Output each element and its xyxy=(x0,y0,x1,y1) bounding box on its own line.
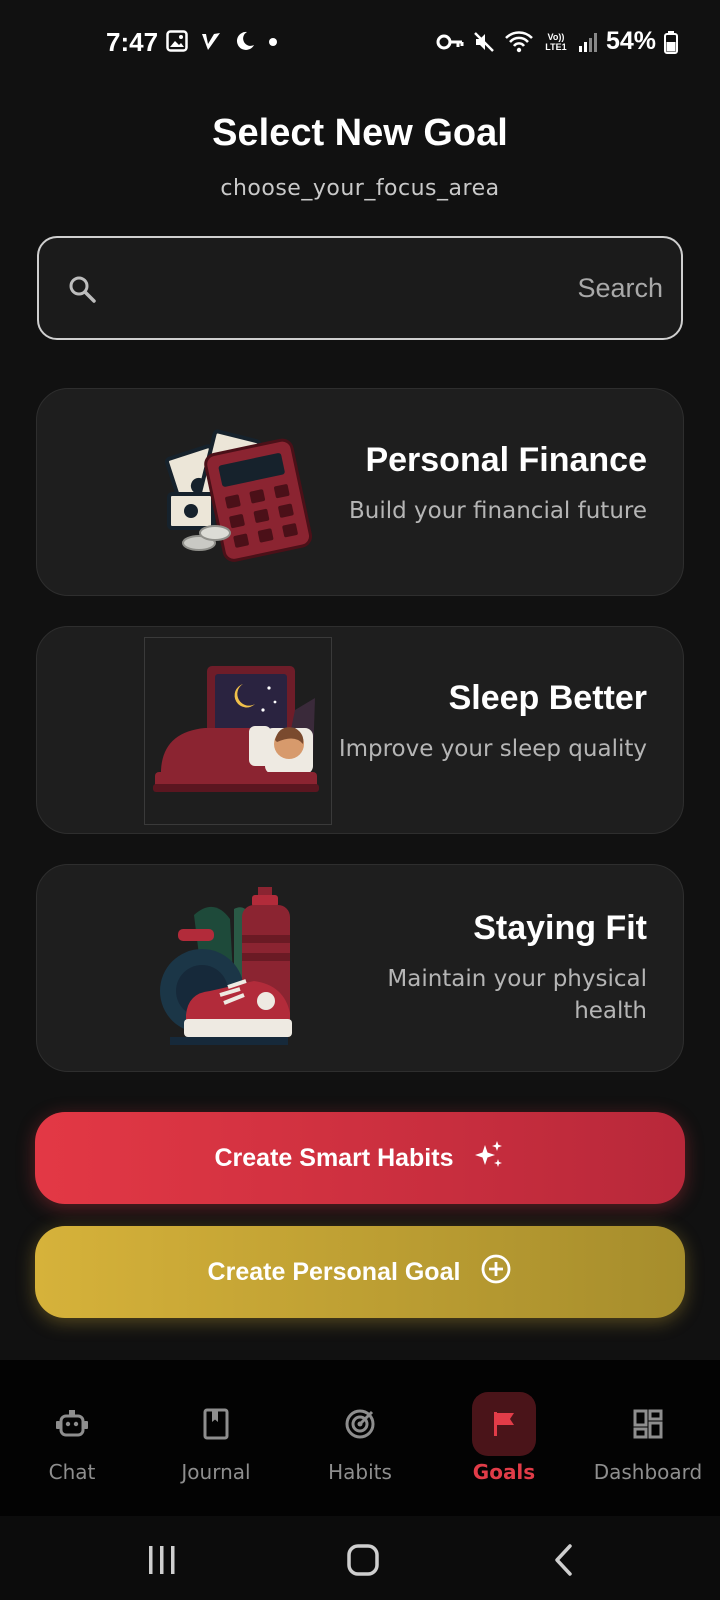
status-right-icons: Vo)) LTE1 54% xyxy=(436,27,678,56)
goal-title: Sleep Better xyxy=(448,679,647,717)
goal-card-personal-finance[interactable]: Personal Finance Build your financial fu… xyxy=(36,388,684,596)
goal-description: Maintain your physical health xyxy=(387,966,647,1024)
status-bar: 7:47 Vo)) LTE1 54% xyxy=(0,0,720,88)
create-personal-goal-button[interactable]: Create Personal Goal xyxy=(35,1226,685,1318)
nav-chat[interactable]: Chat xyxy=(0,1360,144,1516)
search-box[interactable] xyxy=(37,236,683,340)
goal-description: Build your financial future xyxy=(348,498,647,524)
nav-label: Chat xyxy=(48,1460,96,1484)
nav-label: Journal xyxy=(181,1460,251,1484)
battery-percent: 54% xyxy=(605,27,656,55)
home-button[interactable] xyxy=(333,1540,393,1580)
goal-card-sleep-better[interactable]: Sleep Better Improve your sleep quality xyxy=(36,626,684,834)
sleeping-person-illustration xyxy=(144,637,332,825)
key-icon xyxy=(436,31,464,53)
nav-label: Habits xyxy=(328,1460,392,1484)
goal-title: Staying Fit xyxy=(473,909,647,947)
nav-dashboard[interactable]: Dashboard xyxy=(576,1360,720,1516)
goal-title: Personal Finance xyxy=(365,441,647,479)
flag-icon xyxy=(472,1392,536,1456)
moon-icon xyxy=(234,30,256,52)
network-label: Vo)) LTE1 xyxy=(545,31,567,52)
calculator-money-illustration xyxy=(144,399,332,587)
notification-dot-icon xyxy=(268,30,278,52)
dashboard-icon xyxy=(616,1392,680,1456)
nav-habits[interactable]: Habits xyxy=(288,1360,432,1516)
check-icon xyxy=(200,30,222,52)
nav-label: Goals xyxy=(472,1460,536,1484)
robot-icon xyxy=(40,1392,104,1456)
goal-card-staying-fit[interactable]: Staying Fit Maintain your physical healt… xyxy=(36,864,684,1072)
plus-circle-icon xyxy=(480,1253,512,1292)
search-input[interactable] xyxy=(119,258,679,318)
back-button[interactable] xyxy=(534,1540,594,1580)
mute-icon xyxy=(472,30,496,54)
create-smart-habits-button[interactable]: Create Smart Habits xyxy=(35,1112,685,1204)
create-smart-habits-label: Create Smart Habits xyxy=(214,1143,454,1172)
goal-description: Improve your sleep quality xyxy=(338,736,647,762)
book-icon xyxy=(184,1392,248,1456)
fitness-gear-illustration xyxy=(144,875,332,1063)
page-subtitle: choose_your_focus_area xyxy=(220,176,500,201)
status-left-icons xyxy=(166,30,278,52)
create-personal-goal-label: Create Personal Goal xyxy=(207,1257,461,1286)
nav-goals[interactable]: Goals xyxy=(432,1360,576,1516)
status-time: 7:47 xyxy=(106,27,159,57)
bottom-nav: Chat Journal Habits Goals Dashboard xyxy=(0,1360,720,1516)
signal-icon xyxy=(578,31,598,53)
page-title: Select New Goal xyxy=(212,112,508,154)
search-icon xyxy=(67,274,97,309)
target-icon xyxy=(328,1392,392,1456)
nav-journal[interactable]: Journal xyxy=(144,1360,288,1516)
nav-label: Dashboard xyxy=(593,1460,703,1484)
battery-icon xyxy=(664,30,678,54)
gallery-icon xyxy=(166,30,188,52)
system-nav-bar xyxy=(0,1516,720,1600)
sparkles-icon xyxy=(473,1139,505,1178)
wifi-icon xyxy=(504,30,534,54)
recent-apps-button[interactable] xyxy=(132,1540,192,1580)
